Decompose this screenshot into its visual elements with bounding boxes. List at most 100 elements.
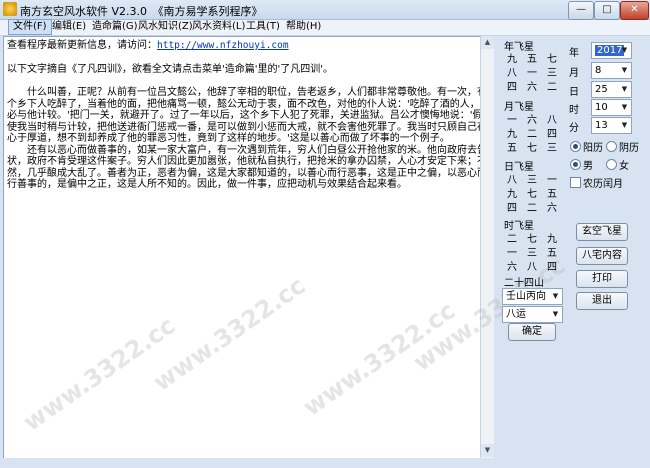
lunar-radio[interactable] — [606, 141, 617, 152]
chevron-down-icon[interactable]: ▼ — [619, 44, 630, 57]
paragraph-1: 什么叫善，正呢？从前有一位吕文懿公，他辞了宰相的职位，告老返乡，人们都非常尊敬他… — [7, 87, 490, 144]
day-star-cell: 一 — [547, 175, 557, 186]
minute-select[interactable]: 13 ▼ — [591, 117, 632, 134]
lunar-label: 阴历 — [619, 143, 639, 154]
year-label: 年 — [569, 48, 579, 59]
control-panel: 年飞星 九 五 七 八 一 三 四 六 二 月飞星 一 六 八 九 二 四 五 … — [496, 36, 650, 466]
hour-star-cell: 六 — [507, 262, 517, 273]
menu-help[interactable]: 帮助(H) — [282, 20, 325, 34]
title-bar: 南方玄空风水软件 V2.3.0 《南方易学系列程序》 — □ ✕ — [0, 0, 650, 20]
window-title: 南方玄空风水软件 V2.3.0 《南方易学系列程序》 — [20, 5, 263, 18]
year-star-cell: 三 — [547, 68, 557, 79]
minute-label: 分 — [569, 123, 579, 134]
scroll-up-icon[interactable]: ▲ — [481, 36, 494, 49]
month-star-cell: 三 — [547, 143, 557, 154]
status-bar — [0, 458, 650, 468]
month-star-cell: 九 — [507, 129, 517, 140]
hour-star-cell: 三 — [527, 248, 537, 259]
year-star-cell: 一 — [527, 68, 537, 79]
hour-star-cell: 二 — [507, 234, 517, 245]
month-star-cell: 四 — [547, 129, 557, 140]
chevron-down-icon[interactable]: ▼ — [619, 119, 630, 132]
confirm-button[interactable]: 确定 — [508, 323, 556, 341]
chevron-down-icon[interactable]: ▼ — [619, 64, 630, 77]
hour-star-cell: 八 — [527, 262, 537, 273]
exit-button[interactable]: 退出 — [576, 292, 628, 310]
update-line: 查看程序最新更新信息，请访问：http://www.nfzhouyi.com — [4, 40, 493, 52]
chevron-down-icon[interactable]: ▼ — [550, 290, 561, 303]
minute-value: 13 — [595, 120, 608, 131]
vertical-scrollbar[interactable]: ▲ ▼ — [480, 36, 494, 458]
month-star-cell: 六 — [527, 115, 537, 126]
chevron-down-icon[interactable]: ▼ — [619, 83, 630, 96]
month-star-cell: 七 — [527, 143, 537, 154]
menu-fengshui-data[interactable]: 风水资料(L) — [188, 20, 249, 34]
day-star-cell: 五 — [547, 189, 557, 200]
month-star-cell: 一 — [507, 115, 517, 126]
xuankong-button[interactable]: 玄空飞星 — [576, 223, 628, 241]
male-radio[interactable] — [570, 159, 581, 170]
year-select[interactable]: 2017 ▼ — [591, 42, 632, 59]
hour-star-cell: 九 — [547, 234, 557, 245]
solar-radio[interactable] — [570, 141, 581, 152]
day-star-cell: 二 — [527, 203, 537, 214]
day-star-cell: 三 — [527, 175, 537, 186]
leap-month-label: 农历闰月 — [583, 179, 623, 190]
hour-select[interactable]: 10 ▼ — [591, 99, 632, 116]
menu-edit[interactable]: 编辑(E) — [48, 20, 90, 34]
month-value: 8 — [595, 65, 602, 76]
hour-star-cell: 四 — [547, 262, 557, 273]
paragraph-2: 还有以恶心而做善事的，如某一家大富户，有一次遇到荒年，穷人们白昼公开抢他家的米。… — [7, 144, 487, 191]
day-label: 日 — [569, 87, 579, 98]
hour-star-cell: 五 — [547, 248, 557, 259]
hour-star-cell: 一 — [507, 248, 517, 259]
chevron-down-icon[interactable]: ▼ — [550, 308, 561, 321]
minimize-button[interactable]: — — [568, 1, 594, 20]
male-label: 男 — [583, 161, 593, 172]
yun-select[interactable]: 八运 ▼ — [502, 306, 563, 323]
close-button[interactable]: ✕ — [620, 1, 649, 20]
female-label: 女 — [619, 161, 629, 172]
yun-value: 八运 — [506, 309, 526, 320]
chevron-down-icon[interactable]: ▼ — [619, 101, 630, 114]
year-star-cell: 二 — [547, 82, 557, 93]
day-star-cell: 六 — [547, 203, 557, 214]
hour-star-cell: 七 — [527, 234, 537, 245]
month-select[interactable]: 8 ▼ — [591, 62, 632, 79]
app-icon — [3, 2, 17, 16]
menu-bar: 文件(F) 编辑(E) 造命篇(G) 风水知识(Z) 风水资料(L) 工具(T)… — [0, 19, 650, 36]
mountains-label: 二十四山 — [504, 278, 544, 289]
leap-month-checkbox[interactable] — [570, 177, 581, 188]
year-star-cell: 五 — [527, 54, 537, 65]
day-value: 25 — [595, 84, 608, 95]
scroll-down-icon[interactable]: ▼ — [481, 444, 494, 457]
menu-tools[interactable]: 工具(T) — [242, 20, 284, 34]
website-link[interactable]: http://www.nfzhouyi.com — [157, 40, 289, 51]
mountain-select[interactable]: 壬山丙向 ▼ — [502, 288, 563, 305]
app-window: 南方玄空风水软件 V2.3.0 《南方易学系列程序》 — □ ✕ 文件(F) 编… — [0, 0, 650, 468]
female-radio[interactable] — [606, 159, 617, 170]
day-star-cell: 四 — [507, 203, 517, 214]
day-star-cell: 七 — [527, 189, 537, 200]
month-star-cell: 八 — [547, 115, 557, 126]
year-star-cell: 四 — [507, 82, 517, 93]
mountain-value: 壬山丙向 — [506, 291, 546, 302]
bazhai-button[interactable]: 八宅内容 — [576, 247, 628, 265]
update-text: 查看程序最新更新信息，请访问： — [7, 40, 157, 51]
day-star-cell: 九 — [507, 189, 517, 200]
maximize-button[interactable]: □ — [594, 1, 620, 20]
intro-text: 以下文字摘自《了凡四训》，欲看全文请点击菜单'造命篇'里的'了凡四训'。 — [7, 63, 333, 75]
menu-file[interactable]: 文件(F) — [8, 19, 52, 35]
month-label: 月 — [569, 68, 579, 79]
month-star-cell: 二 — [527, 129, 537, 140]
month-star-cell: 五 — [507, 143, 517, 154]
hour-label: 时 — [569, 105, 579, 116]
year-star-cell: 七 — [547, 54, 557, 65]
print-button[interactable]: 打印 — [576, 270, 628, 288]
day-select[interactable]: 25 ▼ — [591, 81, 632, 98]
year-star-cell: 六 — [527, 82, 537, 93]
solar-label: 阳历 — [583, 143, 603, 154]
text-content-area[interactable]: 查看程序最新更新信息，请访问：http://www.nfzhouyi.com 以… — [3, 36, 494, 459]
hour-value: 10 — [595, 102, 608, 113]
day-star-cell: 八 — [507, 175, 517, 186]
